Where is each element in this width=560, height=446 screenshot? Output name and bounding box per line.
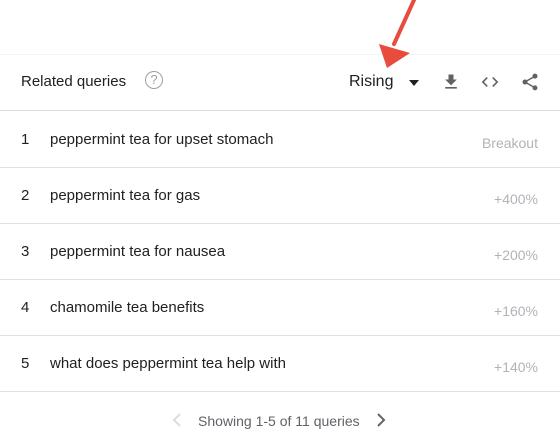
help-icon[interactable]: ?	[145, 71, 163, 89]
chevron-left-icon[interactable]	[170, 410, 184, 430]
dropdown-value: Rising	[349, 73, 394, 90]
row-rank: 4	[21, 299, 30, 316]
row-value: +160%	[494, 303, 538, 319]
row-value: Breakout	[481, 135, 538, 151]
row-rank: 5	[21, 355, 30, 372]
share-icon[interactable]	[520, 72, 540, 92]
row-value: +200%	[494, 247, 538, 263]
query-row[interactable]: 4 chamomile tea benefits +160%	[0, 279, 560, 336]
embed-code-icon[interactable]	[480, 72, 500, 92]
query-row[interactable]: 5 what does peppermint tea help with +14…	[0, 335, 560, 392]
row-value: +140%	[494, 359, 538, 375]
pagination-text: Showing 1-5 of 11 queries	[198, 413, 360, 429]
related-queries-header: Related queries ? Rising	[0, 55, 560, 111]
row-rank: 2	[21, 187, 30, 204]
row-query[interactable]: chamomile tea benefits	[50, 299, 204, 316]
query-row[interactable]: 2 peppermint tea for gas +400%	[0, 167, 560, 224]
row-rank: 3	[21, 243, 30, 260]
top-blank-area	[0, 0, 560, 54]
download-icon[interactable]	[441, 72, 461, 92]
row-value: +400%	[494, 191, 538, 207]
row-query[interactable]: peppermint tea for gas	[50, 187, 200, 204]
query-row[interactable]: 1 peppermint tea for upset stomach Break…	[0, 111, 560, 168]
metric-dropdown[interactable]: Rising	[349, 73, 419, 93]
row-rank: 1	[21, 131, 30, 148]
row-query[interactable]: peppermint tea for upset stomach	[50, 131, 273, 148]
section-title: Related queries	[21, 73, 127, 90]
row-query[interactable]: what does peppermint tea help with	[50, 355, 286, 372]
row-query[interactable]: peppermint tea for nausea	[50, 243, 225, 260]
chevron-right-icon[interactable]	[374, 410, 388, 430]
pagination: Showing 1-5 of 11 queries	[0, 400, 560, 440]
query-row[interactable]: 3 peppermint tea for nausea +200%	[0, 223, 560, 280]
caret-down-icon	[409, 80, 419, 86]
